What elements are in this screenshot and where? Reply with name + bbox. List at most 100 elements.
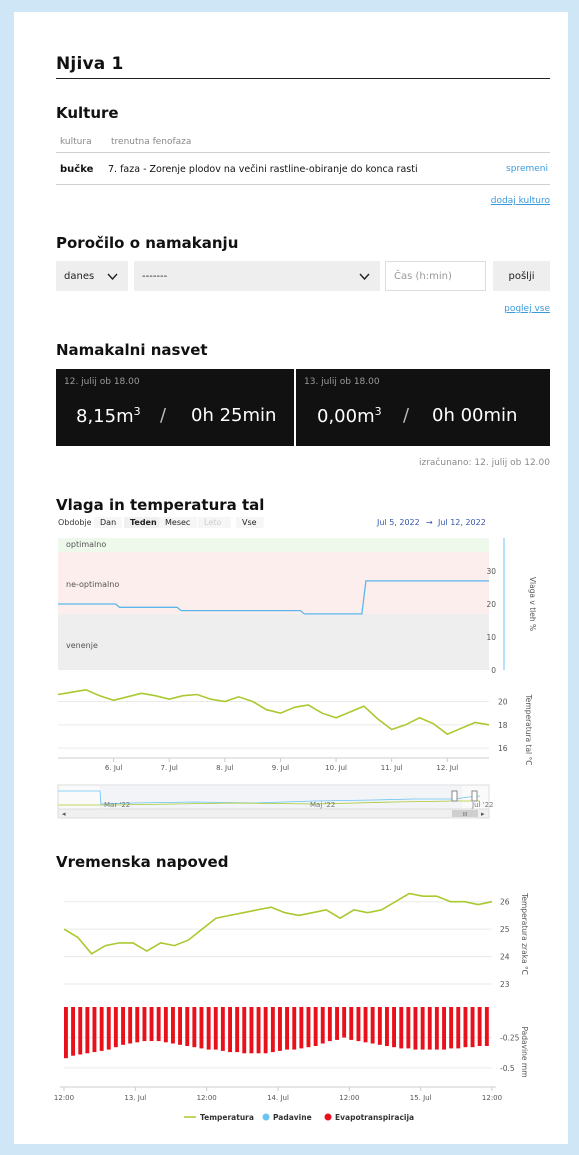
forecast-legend[interactable]: Temperatura Padavine Evapotranspiracija <box>184 1113 414 1122</box>
et-tick-label: -0.5 <box>500 1064 515 1073</box>
soil-temp-x-label: 6. Jul <box>105 764 122 772</box>
et-bar <box>399 1007 404 1049</box>
et-bar <box>178 1007 182 1045</box>
et-bar <box>306 1007 311 1048</box>
moisture-tick-label: 10 <box>486 633 496 642</box>
et-bar <box>106 1007 111 1050</box>
et-bar <box>278 1007 282 1051</box>
soil-temp-tick-label: 16 <box>498 744 508 753</box>
period-button[interactable]: Mesec <box>165 518 190 527</box>
et-bar <box>220 1007 225 1051</box>
et-bar <box>413 1007 418 1050</box>
et-bar <box>256 1007 261 1054</box>
et-bar <box>199 1007 204 1049</box>
period-selector[interactable]: Dan Teden Mesec Leto Vse <box>94 517 264 528</box>
forecast-x-label: 12:00 <box>197 1094 217 1102</box>
et-bar <box>313 1007 318 1046</box>
et-bar <box>392 1007 396 1048</box>
et-bar <box>92 1007 97 1053</box>
et-bar <box>484 1007 489 1046</box>
date-to[interactable]: Jul 12, 2022 <box>437 518 486 527</box>
et-bar <box>335 1007 339 1040</box>
period-button[interactable]: Vse <box>242 518 257 527</box>
navigator-window[interactable] <box>100 785 462 809</box>
et-bar <box>249 1007 254 1054</box>
forecast-x-label: 13. Jul <box>124 1094 146 1102</box>
et-bar <box>71 1007 75 1056</box>
et-bar <box>420 1007 425 1050</box>
et-bar <box>228 1007 232 1053</box>
soil-temp-tick-label: 20 <box>498 698 508 707</box>
et-bar <box>185 1007 190 1046</box>
et-bar <box>385 1007 389 1046</box>
soil-temp-x-label: 7. Jul <box>161 764 178 772</box>
forecast-x-label: 12:00 <box>482 1094 502 1102</box>
scroll-right-icon[interactable]: ▸ <box>481 810 485 818</box>
soil-temp-series <box>57 688 490 736</box>
et-bar <box>149 1007 154 1042</box>
navigator-label: Mar '22 <box>104 801 130 809</box>
scroll-left-icon[interactable]: ◂ <box>62 810 66 818</box>
scroll-thumb-grip: III <box>463 812 467 818</box>
navigator-label: Jul '22 <box>471 801 494 809</box>
soil-temp-x-label: 10. Jul <box>325 764 347 772</box>
legend-item[interactable]: Temperatura <box>200 1113 254 1122</box>
soil-temp-x-label: 9. Jul <box>272 764 289 772</box>
period-button[interactable]: Dan <box>100 518 116 527</box>
et-tick-label: -0.25 <box>500 1033 520 1042</box>
et-bar <box>64 1007 68 1059</box>
soil-temp-x-label: 12. Jul <box>436 764 458 772</box>
navigator-handle[interactable] <box>471 790 478 802</box>
et-bar <box>142 1007 147 1042</box>
air-temp-series <box>63 892 493 955</box>
soil-temp-tick-label: 18 <box>498 721 508 730</box>
moisture-tick-label: 0 <box>491 666 496 675</box>
air-temp-tick-label: 23 <box>500 980 510 989</box>
date-from[interactable]: Jul 5, 2022 <box>376 518 420 527</box>
soil-temp-x-label: 11. Jul <box>381 764 403 772</box>
soil-temp-x-label: 8. Jul <box>216 764 233 772</box>
moisture-tick-label: 30 <box>486 567 496 576</box>
vreme-title: Vremenska napoved <box>56 853 228 871</box>
et-bar <box>377 1007 382 1045</box>
zone-optimal <box>58 538 489 552</box>
et-bar <box>342 1007 347 1038</box>
zone-optimal-label: optimalno <box>66 540 106 549</box>
et-bar <box>434 1007 439 1050</box>
legend-item[interactable]: Evapotranspiracija <box>335 1113 414 1122</box>
et-bar <box>320 1007 325 1044</box>
charts-canvas: Obdobje Dan Teden Mesec Leto Vse Jul 5, 2022… <box>54 517 537 1122</box>
et-bar <box>128 1007 133 1044</box>
et-bar <box>456 1007 461 1049</box>
air-temp-tick-label: 26 <box>500 898 510 907</box>
et-bar <box>156 1007 161 1042</box>
legend-dot-icon <box>262 1113 270 1121</box>
et-bar <box>135 1007 140 1043</box>
navigator-label: Maj '22 <box>310 801 335 809</box>
et-bar <box>299 1007 304 1049</box>
et-bar <box>121 1007 125 1045</box>
period-label: Obdobje <box>58 518 92 527</box>
et-bar <box>449 1007 454 1049</box>
legend-item[interactable]: Padavine <box>273 1113 312 1122</box>
et-bar <box>171 1007 175 1044</box>
et-bar <box>85 1007 90 1054</box>
navigator-scrollbar[interactable] <box>57 808 490 819</box>
legend-dot-icon <box>324 1113 332 1121</box>
et-bar <box>270 1007 275 1053</box>
et-bar <box>292 1007 297 1050</box>
forecast-xaxis: 12:00 13. Jul 12:00 14. Jul 12:00 15. Jul 12:0… <box>54 1086 502 1102</box>
zone-wilting <box>58 614 489 670</box>
period-button[interactable]: Teden <box>130 518 157 527</box>
forecast-x-label: 12:00 <box>339 1094 359 1102</box>
navigator-handle[interactable] <box>451 790 458 802</box>
zone-nonoptimal <box>58 552 489 614</box>
et-bar <box>213 1007 218 1050</box>
et-bar <box>363 1007 368 1043</box>
date-arrow: → <box>426 518 433 527</box>
period-button[interactable]: Leto <box>204 518 221 527</box>
et-bar <box>327 1007 332 1042</box>
et-bar <box>235 1007 240 1053</box>
forecast-x-label: 14. Jul <box>267 1094 289 1102</box>
et-bar <box>163 1007 168 1043</box>
